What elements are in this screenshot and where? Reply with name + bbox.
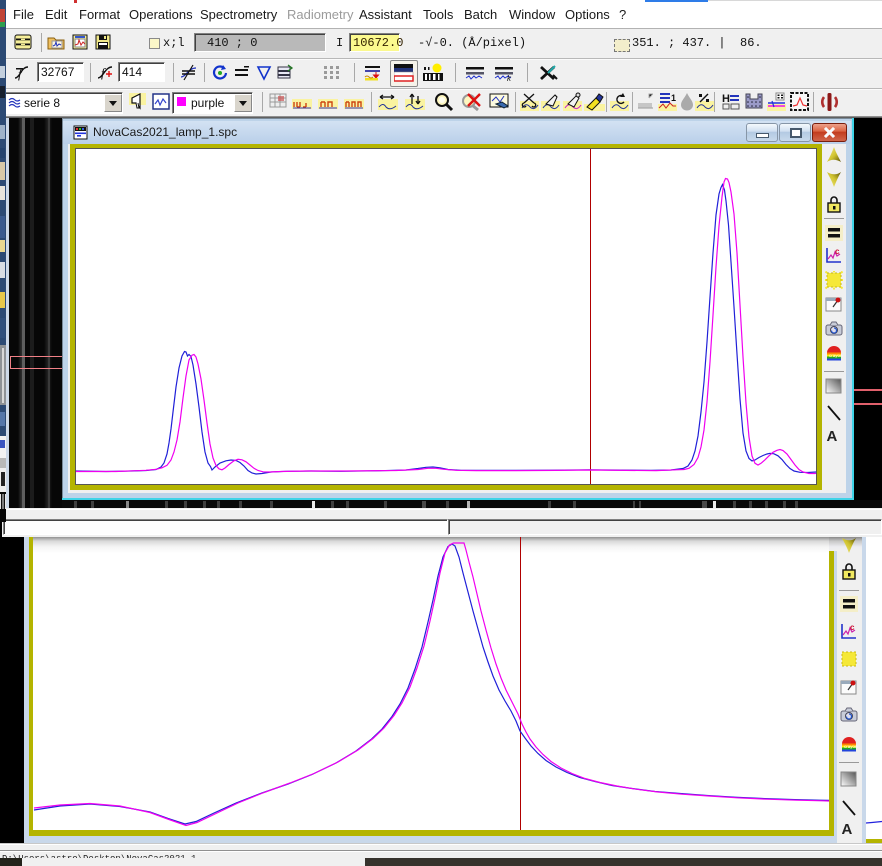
svg-text:k: k	[507, 74, 512, 83]
svg-text:c: c	[850, 623, 855, 632]
svg-text:f: f	[101, 65, 107, 80]
svg-text:c: c	[835, 247, 840, 256]
svg-text:1: 1	[671, 93, 676, 103]
svg-text:crayon: crayon	[829, 353, 843, 358]
svg-text:H: H	[722, 93, 730, 105]
svg-text:crayon: crayon	[844, 744, 858, 749]
